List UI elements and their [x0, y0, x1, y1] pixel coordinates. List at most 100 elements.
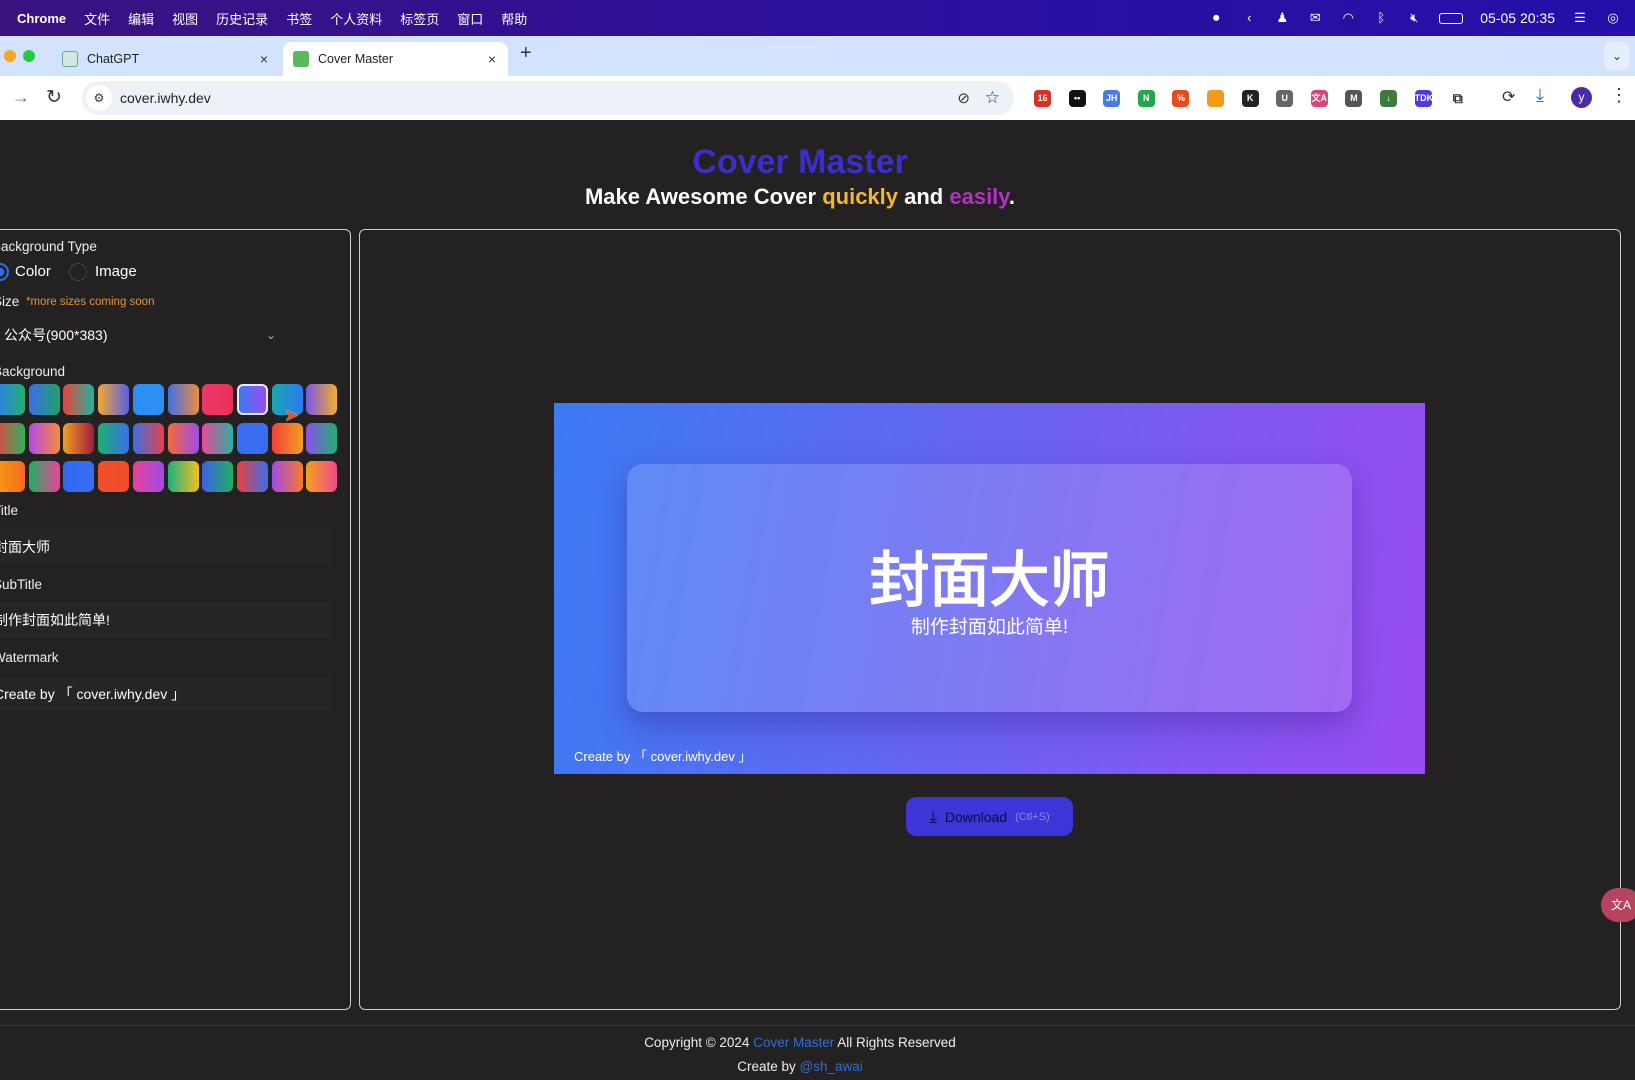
cover-preview: 封面大师 制作封面如此简单! Create by 「 cover.iwhy.de…	[554, 403, 1425, 774]
tdk-extension-icon[interactable]: TDK	[1414, 90, 1433, 107]
background-swatch[interactable]	[0, 461, 25, 493]
background-swatch[interactable]	[98, 384, 130, 415]
background-swatch[interactable]	[202, 461, 234, 493]
radio-color[interactable]	[0, 263, 9, 281]
cover-card: 封面大师 制作封面如此简单!	[627, 464, 1352, 712]
footer-credit: Create by @sh_awai	[0, 1059, 1600, 1074]
background-swatch[interactable]	[98, 422, 130, 454]
footer-divider	[0, 1025, 1635, 1026]
size-select-value: 公众号(900*383)	[4, 327, 108, 343]
background-swatch[interactable]	[132, 384, 164, 415]
shield-extension-icon[interactable]: U	[1276, 90, 1294, 107]
title-label: Title	[0, 503, 19, 518]
control-center-icon[interactable]: ☰	[1572, 11, 1588, 25]
siri-icon[interactable]: ◎	[1605, 11, 1621, 25]
size-select[interactable]: 公众号(900*383) ⌄	[0, 318, 290, 352]
translate-extension-icon[interactable]: 文A	[1310, 90, 1328, 107]
cover-watermark: Create by 「 cover.iwhy.dev 」	[574, 749, 752, 764]
download-shortcut: (Ctl+S)	[1015, 810, 1050, 823]
background-swatch[interactable]	[63, 384, 95, 415]
background-swatch[interactable]	[236, 384, 268, 415]
background-swatch[interactable]	[236, 422, 268, 454]
translate-floating-button[interactable]: 文A	[1601, 888, 1635, 922]
title-input[interactable]: 封面大师	[0, 530, 332, 564]
wifi-icon[interactable]: ◠	[1340, 11, 1356, 25]
background-swatch[interactable]	[132, 461, 164, 493]
cover-subtitle: 制作封面如此简单!	[910, 617, 1069, 638]
bookmark-star-icon[interactable]: ☆	[985, 88, 1000, 108]
size-label: Size	[0, 294, 20, 309]
glasses-extension-icon[interactable]: ••	[1068, 90, 1086, 107]
n-extension-icon[interactable]: N	[1137, 90, 1155, 107]
size-note: *more sizes coming soon	[26, 296, 155, 308]
puzzle-extension-icon[interactable]: ⧉	[1449, 90, 1467, 107]
cover-title: 封面大师	[869, 547, 1110, 614]
clock[interactable]: 05-05 20:35	[1480, 10, 1555, 26]
swirl-extension-icon[interactable]	[1207, 90, 1224, 107]
downloads-icon[interactable]: ⤓	[1536, 85, 1544, 106]
tagline-quickly: quickly	[822, 184, 899, 209]
background-swatch[interactable]	[0, 384, 25, 415]
background-swatch[interactable]	[98, 461, 130, 493]
footer-copyright: Copyright © 2024 Cover Master All Rights…	[0, 1035, 1600, 1050]
background-swatch[interactable]	[28, 422, 60, 454]
background-swatch[interactable]	[167, 461, 199, 493]
download-icon: ⤓	[929, 806, 937, 826]
tagline-text: and	[898, 184, 950, 209]
radio-image[interactable]	[69, 263, 87, 281]
background-swatch[interactable]	[202, 422, 234, 454]
percent-extension-icon[interactable]: %	[1172, 90, 1190, 107]
background-swatch[interactable]	[63, 422, 95, 454]
performance-icon[interactable]: ⟳	[1502, 87, 1515, 107]
mic-extension-icon[interactable]: ↓	[1380, 90, 1397, 107]
download-label: Download	[944, 808, 1008, 825]
record-icon[interactable]: ⏺	[1208, 11, 1224, 25]
chevron-left-icon[interactable]: ‹	[1241, 11, 1257, 25]
author-link[interactable]: @sh_awai	[800, 1059, 863, 1074]
background-swatch[interactable]	[306, 461, 338, 493]
mute-icon[interactable]: 🔇︎	[1406, 11, 1422, 25]
bluetooth-icon[interactable]: ᛒ	[1373, 11, 1389, 25]
menu-item[interactable]: 标签页	[400, 9, 439, 28]
mouse-cursor-icon: ➤	[284, 405, 300, 425]
profile-avatar[interactable]: y	[1571, 87, 1592, 108]
background-swatch[interactable]	[236, 461, 268, 493]
more-menu-icon[interactable]: ⋮	[1610, 85, 1628, 106]
background-type-label: Background Type	[0, 239, 97, 254]
watermark-input[interactable]: Create by 「 cover.iwhy.dev 」	[0, 677, 332, 711]
camera-off-icon[interactable]: ⊘	[957, 89, 970, 107]
background-swatch[interactable]	[271, 461, 303, 493]
subtitle-input[interactable]: 制作封面如此简单!	[0, 603, 332, 637]
background-swatch[interactable]	[271, 422, 303, 454]
k-extension-icon[interactable]: K	[1241, 90, 1259, 107]
watermark-label: Watermark	[0, 650, 59, 665]
background-swatch[interactable]	[167, 422, 199, 454]
menu-item[interactable]: 窗口	[457, 9, 483, 28]
tagline-text: Make Awesome Cover	[584, 184, 823, 209]
badge-extension-icon[interactable]: 16	[1034, 90, 1051, 107]
background-swatch[interactable]	[63, 461, 95, 493]
tab-search-chevron-down-icon[interactable]: ⌄	[1604, 42, 1630, 70]
jh-extension-icon[interactable]: JH	[1103, 90, 1121, 107]
radio-color-label[interactable]: Color	[15, 263, 51, 280]
footer-brand-link[interactable]: Cover Master	[753, 1035, 834, 1050]
new-tab-button[interactable]: +	[520, 42, 532, 65]
m-extension-icon[interactable]: M	[1345, 90, 1363, 107]
background-swatch[interactable]	[306, 384, 338, 415]
background-swatch[interactable]	[167, 384, 199, 415]
wechat-icon[interactable]: ✉	[1307, 11, 1323, 25]
battery-icon[interactable]	[1439, 12, 1464, 24]
background-swatch[interactable]	[28, 384, 60, 415]
tagline-text: .	[1008, 184, 1016, 209]
menu-item[interactable]: 帮助	[501, 9, 527, 28]
background-swatch[interactable]	[132, 422, 164, 454]
background-swatch[interactable]	[306, 422, 338, 454]
background-swatch[interactable]	[28, 461, 60, 493]
radio-image-label[interactable]: Image	[95, 263, 137, 280]
background-swatch[interactable]	[202, 384, 234, 415]
background-swatch[interactable]	[0, 422, 25, 454]
chevron-down-icon: ⌄	[265, 328, 276, 342]
close-tab-icon[interactable]: ×	[488, 51, 496, 67]
qq-icon[interactable]: ♟	[1274, 11, 1290, 25]
download-button[interactable]: ⤓ Download (Ctl+S)	[906, 797, 1073, 836]
